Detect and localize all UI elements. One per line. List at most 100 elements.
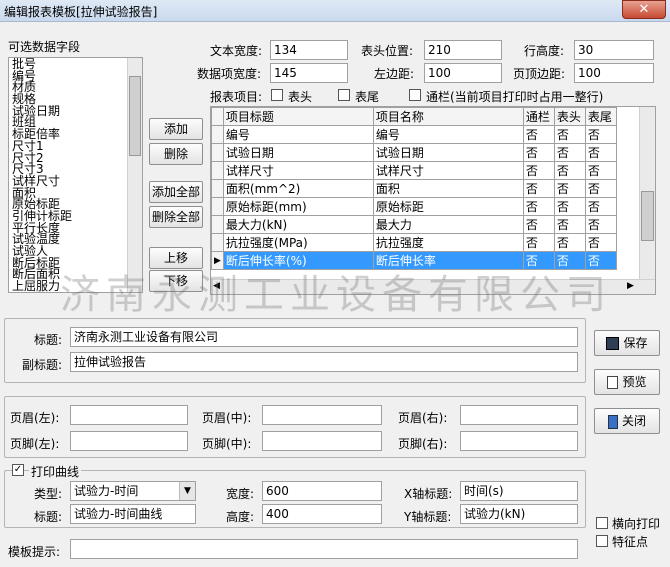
table-cell[interactable]: 断后伸长率(%): [222, 251, 374, 270]
close-button[interactable]: 关闭: [594, 408, 660, 434]
row-height-field[interactable]: 30: [574, 40, 654, 60]
grid-col-name[interactable]: 项目名称: [372, 107, 524, 126]
save-button[interactable]: 保存: [594, 330, 660, 356]
fields-scroll-thumb[interactable]: [129, 76, 141, 156]
table-cell[interactable]: 否: [584, 143, 617, 162]
table-cell[interactable]: 编号: [222, 125, 374, 144]
table-cell[interactable]: 否: [522, 233, 555, 252]
fields-listbox[interactable]: 批号 编号 材质 规格 试验日期 班组 标距倍率 尺寸1 尺寸2 尺寸3 试样尺寸 面积 原始标距 引伸计…: [8, 57, 143, 293]
report-title-field[interactable]: 济南永测工业设备有限公司: [70, 327, 578, 347]
list-item[interactable]: 批号: [9, 58, 142, 70]
table-cell[interactable]: 试样尺寸: [222, 161, 374, 180]
list-item[interactable]: 试样尺寸: [9, 175, 142, 187]
column-span-checkbox[interactable]: [409, 89, 421, 101]
curve-width-field[interactable]: 600: [262, 481, 382, 501]
header-mid-field[interactable]: [262, 405, 382, 425]
grid-vscroll-thumb[interactable]: [641, 191, 654, 241]
table-cell[interactable]: 否: [584, 251, 617, 270]
left-margin-field[interactable]: 100: [424, 63, 502, 83]
table-row[interactable]: 试样尺寸 试样尺寸否否否: [211, 161, 617, 180]
table-cell[interactable]: 否: [522, 179, 555, 198]
table-row[interactable]: 编号 编号否否否: [211, 125, 617, 144]
table-cell[interactable]: 否: [584, 233, 617, 252]
table-cell[interactable]: 否: [553, 179, 586, 198]
row-indicator[interactable]: [211, 197, 224, 216]
row-indicator[interactable]: [211, 161, 224, 180]
table-cell[interactable]: 否: [584, 215, 617, 234]
table-cell[interactable]: 试样尺寸: [372, 161, 524, 180]
table-row[interactable]: 试验日期 试验日期否否否: [211, 143, 617, 162]
table-cell[interactable]: 否: [522, 125, 555, 144]
table-cell[interactable]: 原始标距: [372, 197, 524, 216]
table-cell[interactable]: 否: [553, 251, 586, 270]
grid-vscrollbar[interactable]: [639, 107, 655, 279]
text-width-field[interactable]: 134: [270, 40, 348, 60]
list-item[interactable]: 规格: [9, 93, 142, 105]
table-cell[interactable]: 编号: [372, 125, 524, 144]
table-cell[interactable]: 否: [553, 125, 586, 144]
table-cell[interactable]: 最大力(kN): [222, 215, 374, 234]
print-curve-checkbox[interactable]: ✓: [12, 464, 24, 476]
table-cell[interactable]: 抗拉强度(MPa): [222, 233, 374, 252]
curve-title-field[interactable]: 试验力-时间曲线: [70, 504, 196, 524]
table-cell[interactable]: 原始标距(mm): [222, 197, 374, 216]
chevron-down-icon[interactable]: ▼: [179, 482, 195, 500]
list-item[interactable]: 上屈服力: [9, 280, 142, 292]
move-down-button[interactable]: 下移: [149, 270, 203, 292]
table-row[interactable]: 最大力(kN) 最大力否否否: [211, 215, 617, 234]
grid-col-column[interactable]: 通栏: [522, 107, 555, 126]
table-cell[interactable]: 否: [584, 161, 617, 180]
footer-checkbox[interactable]: [338, 89, 350, 101]
table-cell[interactable]: 否: [584, 179, 617, 198]
table-cell[interactable]: 断后伸长率: [372, 251, 524, 270]
row-indicator[interactable]: [211, 215, 224, 234]
table-cell[interactable]: 否: [553, 197, 586, 216]
grid-hscrollbar[interactable]: ◀ ▶: [211, 279, 655, 294]
scroll-right-icon[interactable]: ▶: [627, 281, 634, 291]
top-margin-field[interactable]: 100: [574, 63, 654, 83]
preview-button[interactable]: 预览: [594, 369, 660, 395]
yaxis-title-field[interactable]: 试验力(kN): [460, 504, 578, 524]
table-cell[interactable]: 否: [553, 143, 586, 162]
table-row[interactable]: 抗拉强度(MPa) 抗拉强度否否否: [211, 233, 617, 252]
table-cell[interactable]: 否: [522, 161, 555, 180]
feature-point-checkbox[interactable]: [596, 535, 608, 547]
window-close-button[interactable]: ✕: [622, 0, 666, 19]
grid-col-title[interactable]: 项目标题: [222, 107, 374, 126]
curve-type-select[interactable]: 试验力-时间 ▼: [70, 481, 196, 501]
header-right-field[interactable]: [460, 405, 578, 425]
table-cell[interactable]: 最大力: [372, 215, 524, 234]
list-item[interactable]: 试验人: [9, 245, 142, 257]
header-pos-field[interactable]: 210: [424, 40, 502, 60]
report-items-grid[interactable]: 项目标题 项目名称 通栏 表头 表尾 编号 编号否否否试验日期 试验日期否否否试样尺…: [210, 106, 656, 295]
scroll-left-icon[interactable]: ◀: [213, 281, 220, 291]
delete-button[interactable]: 删除: [149, 143, 203, 165]
row-indicator[interactable]: [211, 125, 224, 144]
table-cell[interactable]: 否: [522, 215, 555, 234]
table-cell[interactable]: 面积: [372, 179, 524, 198]
data-width-field[interactable]: 145: [270, 63, 348, 83]
row-indicator[interactable]: [211, 179, 224, 198]
list-item[interactable]: 尺寸1: [9, 140, 142, 152]
table-cell[interactable]: 否: [522, 251, 555, 270]
header-left-field[interactable]: [70, 405, 188, 425]
table-cell[interactable]: 否: [553, 215, 586, 234]
curve-height-field[interactable]: 400: [262, 504, 382, 524]
table-cell[interactable]: 否: [553, 233, 586, 252]
table-row[interactable]: ▶ 断后伸长率(%) 断后伸长率否否否: [211, 251, 617, 270]
table-cell[interactable]: 试验日期: [372, 143, 524, 162]
landscape-checkbox[interactable]: [596, 517, 608, 529]
footer-right-field[interactable]: [460, 431, 578, 451]
delete-all-button[interactable]: 删除全部: [149, 206, 203, 228]
footer-mid-field[interactable]: [262, 431, 382, 451]
table-cell[interactable]: 否: [522, 197, 555, 216]
row-indicator[interactable]: ▶: [211, 251, 224, 270]
report-subtitle-field[interactable]: 拉伸试验报告: [70, 352, 578, 372]
row-indicator[interactable]: [211, 233, 224, 252]
move-up-button[interactable]: 上移: [149, 247, 203, 269]
template-hint-field[interactable]: [70, 539, 578, 559]
table-cell[interactable]: 试验日期: [222, 143, 374, 162]
list-item[interactable]: 引伸计标距: [9, 210, 142, 222]
table-cell[interactable]: 否: [553, 161, 586, 180]
table-row[interactable]: 原始标距(mm) 原始标距否否否: [211, 197, 617, 216]
